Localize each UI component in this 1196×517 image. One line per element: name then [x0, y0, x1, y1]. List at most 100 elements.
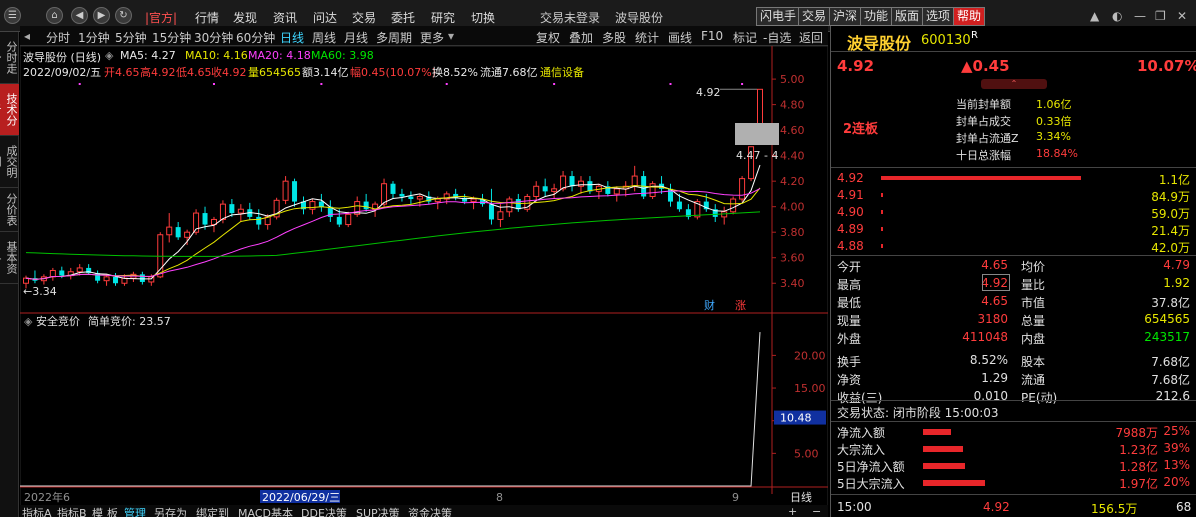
candle-body-down [408, 196, 414, 200]
tf-60min[interactable]: 60分钟 [236, 29, 275, 46]
tf-more[interactable]: 更多 [420, 29, 444, 46]
tool-mark[interactable]: 标记 [733, 29, 757, 46]
menu-news[interactable]: 资讯 [273, 9, 297, 26]
candle-body-up [533, 185, 540, 197]
tf-15min[interactable]: 15分钟 [152, 29, 191, 46]
tab-board[interactable]: 板 [107, 505, 118, 517]
tab-fund[interactable]: 资金决策 [408, 505, 452, 517]
stat-value: 37.8亿 [1151, 296, 1190, 310]
tab-macd[interactable]: MACD基本 [238, 505, 293, 517]
candle-body-down [390, 183, 396, 194]
candle-body-up [757, 88, 763, 125]
tf-5min[interactable]: 5分钟 [115, 29, 147, 46]
skin-icon[interactable]: ◐ [1112, 9, 1122, 23]
menu-trade[interactable]: 交易 [352, 9, 376, 26]
price-tick-label: 3.60 [780, 252, 805, 265]
minimize-icon[interactable]: — [1134, 9, 1146, 23]
flow-label: 净流入额 [837, 426, 886, 440]
tf-daily[interactable]: 日线 [280, 29, 304, 46]
add-icon[interactable]: + [788, 505, 797, 517]
maximize-icon[interactable]: ❐ [1155, 9, 1166, 23]
sub-toggle-icon: ◈ [24, 315, 33, 328]
tool-adjust[interactable]: 复权 [536, 29, 560, 46]
menu-ask[interactable]: 问达 [313, 9, 337, 26]
tab-indicator-a[interactable]: 指标A [22, 505, 52, 517]
ma-toggle-icon[interactable]: ◈ [105, 49, 113, 62]
stat-value: 4.65 [981, 294, 1008, 308]
menu-order[interactable]: 委托 [391, 9, 415, 26]
function-button[interactable]: 功能 [860, 7, 893, 26]
tab-indicator-b[interactable]: 指标B [57, 505, 87, 517]
tool-stats[interactable]: 统计 [635, 29, 659, 46]
candle-body-down [139, 274, 145, 282]
left-tab-bar: 分时走势 技术分析 成交明细 分价表 基本资料 [0, 32, 19, 517]
tab-bind[interactable]: 绑定到 [196, 505, 229, 517]
menu-switch[interactable]: 切换 [471, 9, 495, 26]
app-window: ☰ ⌂ ◀ ▶ ↻ |官方| 行情 发现 资讯 问达 交易 委托 研究 切换 交… [0, 0, 1196, 517]
tool-draw[interactable]: 画线 [668, 29, 692, 46]
tab-sup[interactable]: SUP决策 [356, 505, 400, 517]
ma5-label: MA5: 4.27 [120, 49, 176, 62]
candle-body-up [381, 183, 388, 205]
options-button[interactable]: 选项 [922, 7, 955, 26]
tab-price-table[interactable]: 分价表 [0, 188, 19, 232]
bid-price: 4.89 [837, 222, 864, 236]
official-link[interactable]: |官方| [145, 9, 177, 26]
close-icon[interactable]: ✕ [1177, 9, 1187, 23]
candle-body-up [577, 180, 584, 187]
tab-template[interactable]: 模 [92, 505, 103, 517]
layout-button[interactable]: 版面 [891, 7, 924, 26]
tf-30min[interactable]: 30分钟 [194, 29, 233, 46]
lightning-button[interactable]: 闪电手 [756, 7, 801, 26]
tab-manage[interactable]: 管理 [124, 505, 146, 517]
candle-body-up [631, 175, 638, 187]
bar-close: 收4.92 [211, 66, 247, 79]
tool-multi[interactable]: 多股 [602, 29, 626, 46]
candle-body-up [649, 183, 656, 197]
last-price: 4.92 [837, 57, 875, 75]
tool-f10[interactable]: F10 [701, 29, 723, 43]
candle-body-up [23, 277, 29, 284]
bar-sector[interactable]: 通信设备 [540, 64, 584, 80]
stat-value: 7.68亿 [1151, 373, 1190, 387]
menu-research[interactable]: 研究 [431, 9, 455, 26]
tab-dde[interactable]: DDE决策 [301, 505, 347, 517]
trade-button[interactable]: 交易 [798, 7, 831, 26]
tab-intraday[interactable]: 分时走势 [0, 32, 19, 84]
candle-body-up [434, 198, 441, 203]
tab-trades[interactable]: 成交明细 [0, 136, 19, 188]
tab-technical[interactable]: 技术分析 [0, 84, 19, 136]
seal-value: 0.33倍 [1036, 115, 1072, 128]
help-button[interactable]: 帮助 [953, 7, 986, 26]
pin-icon[interactable]: ▲ [1090, 9, 1099, 23]
expand-chevron-icon[interactable]: ⌃ [981, 79, 1047, 89]
stat-label: PE(动) [1021, 391, 1058, 405]
tf-1min[interactable]: 1分钟 [78, 29, 110, 46]
tool-overlay[interactable]: 叠加 [569, 29, 593, 46]
quote-panel: 波导股份 600130 R 4.92 ▲0.45 10.07% ⌃ 2连板 当前… [830, 26, 1196, 517]
candle-body-down [676, 201, 682, 210]
stat-value: 411048 [962, 330, 1008, 344]
tab-save-as[interactable]: 另存为 [154, 505, 187, 517]
back-icon[interactable]: ◀ [71, 7, 88, 24]
tool-watchlist[interactable]: -自选 [763, 29, 791, 46]
seal-label: 十日总涨幅 [956, 149, 1011, 162]
home-icon[interactable]: ⌂ [46, 7, 63, 24]
stat-label: 量比 [1021, 278, 1046, 292]
tab-fundamentals[interactable]: 基本资料 [0, 232, 19, 284]
menu-discover[interactable]: 发现 [233, 9, 257, 26]
candle-body-down [229, 204, 235, 214]
forward-icon[interactable]: ▶ [93, 7, 110, 24]
collapse-icon[interactable]: ◂ [24, 29, 30, 43]
menu-icon[interactable]: ☰ [4, 7, 21, 24]
tf-weekly[interactable]: 周线 [312, 29, 336, 46]
menu-quotes[interactable]: 行情 [195, 9, 219, 26]
tool-back[interactable]: 返回 [799, 29, 823, 46]
remove-icon[interactable]: − [812, 505, 821, 517]
market-button[interactable]: 沪深 [829, 7, 862, 26]
refresh-icon[interactable]: ↻ [115, 7, 132, 24]
tf-multi[interactable]: 多周期 [376, 29, 412, 46]
tf-monthly[interactable]: 月线 [344, 29, 368, 46]
tf-intraday[interactable]: 分时 [46, 29, 70, 46]
kline-chart[interactable]: 5.00 4.80 4.60 4.40 4.20 4.00 3.80 3.60 3.40 4.92… [20, 46, 828, 517]
